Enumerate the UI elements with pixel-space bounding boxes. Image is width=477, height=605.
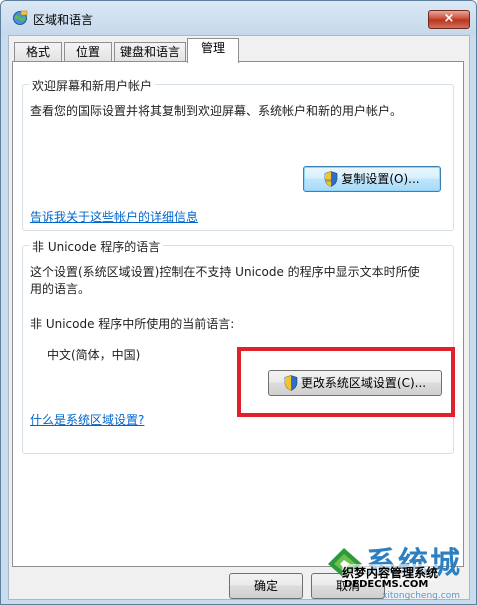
non-unicode-group-title: 非 Unicode 程序的语言 [29,238,164,255]
globe-icon [13,10,28,25]
current-language-value: 中文(简体，中国) [47,348,141,362]
non-unicode-description-line2: 用的语言。 [30,282,91,296]
tab-keyboards-languages[interactable]: 键盘和语言 [114,42,186,62]
tab-location[interactable]: 位置 [64,42,112,62]
region-language-window: 区域和语言 × 格式 位置 键盘和语言 管理 欢迎屏幕和新用户帐户 查看您的国际… [0,0,477,605]
watermark: 系统城 织梦内容管理系统 DEDECMS.COM xitongcheng.com [324,538,474,604]
welcome-accounts-link[interactable]: 告诉我关于这些帐户的详细信息 [30,208,198,225]
tab-format[interactable]: 格式 [14,42,62,62]
uac-shield-icon [325,170,338,187]
non-unicode-description-line1: 这个设置(系统区域设置)控制在不支持 Unicode 的程序中显示文本时所使 [30,265,420,279]
title-bar[interactable]: 区域和语言 × [1,1,476,35]
welcome-group-title: 欢迎屏幕和新用户帐户 [29,77,156,94]
what-is-system-locale-link[interactable]: 什么是系统区域设置? [30,411,144,428]
watermark-url-dedecms: DEDECMS.COM [344,579,429,590]
close-icon: × [443,11,455,26]
current-language-label: 非 Unicode 程序中所使用的当前语言: [30,317,235,331]
close-button[interactable]: × [428,10,470,29]
ok-button[interactable]: 确定 [229,573,303,599]
window-title: 区域和语言 [33,13,94,27]
dialog-body: 格式 位置 键盘和语言 管理 欢迎屏幕和新用户帐户 查看您的国际设置并将其复制到… [8,35,470,600]
copy-settings-label: 复制设置(O)... [341,172,420,186]
watermark-url-xitongcheng: xitongcheng.com [382,591,460,601]
administrative-panel: 欢迎屏幕和新用户帐户 查看您的国际设置并将其复制到欢迎屏幕、系统帐户和新的用户帐… [12,61,464,567]
red-highlight-annotation [237,347,455,417]
welcome-description: 查看您的国际设置并将其复制到欢迎屏幕、系统帐户和新的用户帐户。 [30,104,403,118]
welcome-screen-group: 欢迎屏幕和新用户帐户 查看您的国际设置并将其复制到欢迎屏幕、系统帐户和新的用户帐… [22,77,454,231]
tab-administrative[interactable]: 管理 [187,38,239,63]
copy-settings-button[interactable]: 复制设置(O)... [303,166,441,192]
